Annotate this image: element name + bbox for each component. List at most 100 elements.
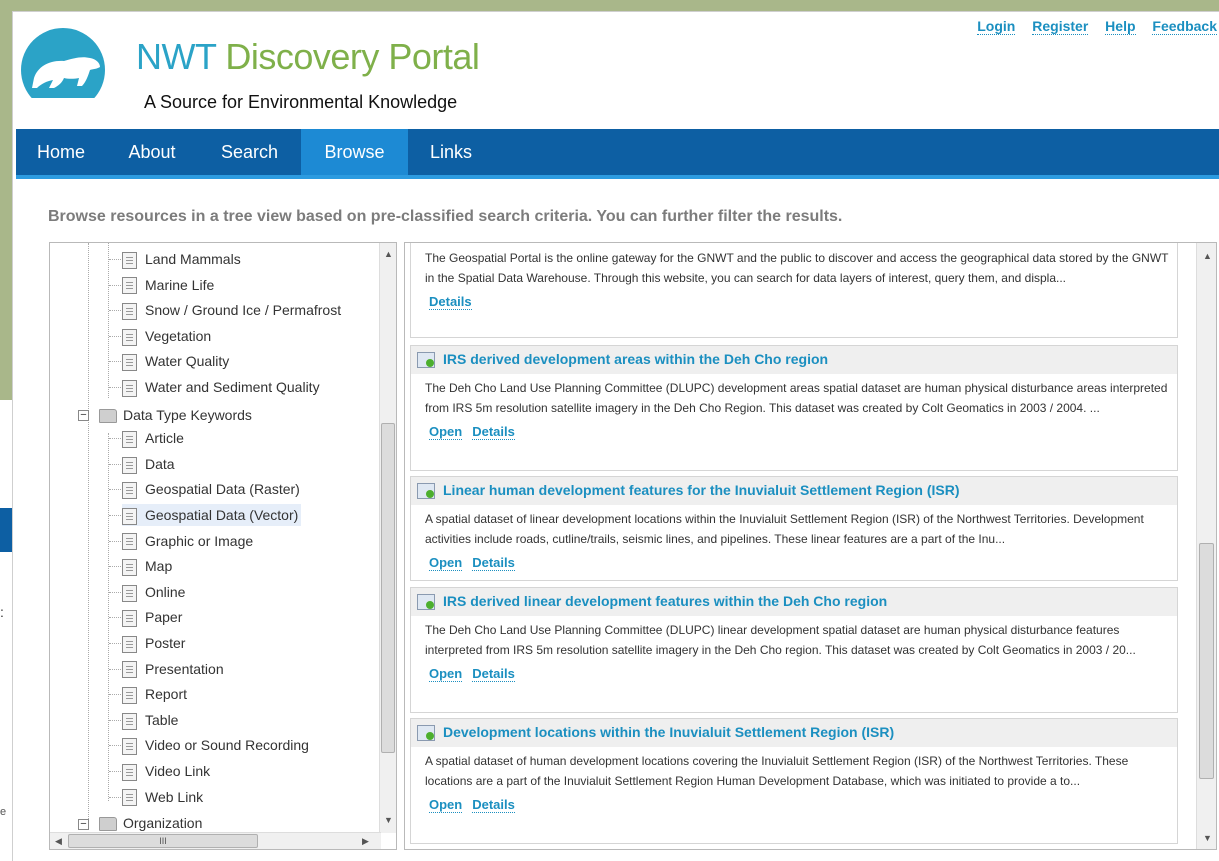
open-link[interactable]: Open	[429, 797, 463, 813]
login-link[interactable]: Login	[977, 18, 1016, 35]
result-title[interactable]: Development locations within the Inuvial…	[411, 719, 1177, 747]
main-nav: Home About Search Browse Links	[16, 129, 1219, 179]
tree-item[interactable]: Video Link	[122, 760, 213, 782]
tree-item[interactable]: Marine Life	[122, 274, 214, 296]
tree-item[interactable]: Web Link	[122, 786, 206, 808]
details-link[interactable]: Details	[429, 294, 472, 310]
feedback-link[interactable]: Feedback	[1152, 18, 1217, 35]
tree-folder-data-type-keywords[interactable]: − Data Type Keywords	[78, 404, 252, 426]
tree-item[interactable]: Vegetation	[122, 325, 211, 347]
tree-vertical-scroll-thumb[interactable]	[381, 423, 395, 753]
details-link[interactable]: Details	[472, 666, 515, 682]
tree-connector	[109, 796, 121, 798]
tree-item-label: Water and Sediment Quality	[145, 379, 320, 395]
result-description: A spatial dataset of human development l…	[425, 754, 1129, 788]
tree-item[interactable]: Data	[122, 453, 178, 475]
tree-item-label: Vegetation	[145, 327, 212, 344]
browser-page: NWT Discovery Portal A Source for Enviro…	[12, 11, 1219, 861]
tree-folder-organization[interactable]: − Organization	[78, 812, 202, 834]
scroll-up-arrow-icon[interactable]: ▲	[384, 249, 393, 259]
tree-item-label: Marine Life	[145, 276, 215, 293]
tree-item[interactable]: Map	[122, 555, 175, 577]
details-link[interactable]: Details	[472, 797, 515, 813]
result-actions: Open Details	[411, 549, 1177, 571]
tree-item-label: Video or Sound Recording	[145, 737, 309, 754]
result-card: Linear human development features for th…	[410, 476, 1178, 581]
details-link[interactable]: Details	[472, 424, 515, 440]
tree-connector	[109, 335, 121, 337]
nav-home[interactable]: Home	[16, 129, 106, 175]
tree-item[interactable]: Online	[122, 581, 188, 603]
dataset-icon	[417, 483, 435, 500]
tree-item[interactable]: Presentation	[122, 658, 227, 680]
result-title[interactable]: Linear human development features for th…	[411, 477, 1177, 505]
tree-item-label: Online	[145, 583, 186, 600]
tree-item[interactable]: Geospatial Data (Raster)	[122, 478, 303, 500]
open-link[interactable]: Open	[429, 555, 463, 571]
open-link[interactable]: Open	[429, 666, 463, 682]
background-window	[0, 400, 12, 861]
result-card: IRS derived linear development features …	[410, 587, 1178, 713]
result-title-text[interactable]: IRS derived development areas within the…	[443, 351, 828, 367]
register-link[interactable]: Register	[1032, 18, 1089, 35]
tree-item[interactable]: Snow / Ground Ice / Permafrost	[122, 299, 341, 321]
result-title[interactable]: IRS derived development areas within the…	[411, 346, 1177, 374]
result-title-text[interactable]: Development locations within the Inuvial…	[443, 724, 894, 740]
collapse-toggle-icon[interactable]: −	[78, 818, 89, 830]
scroll-left-arrow-icon[interactable]: ◀	[55, 836, 62, 847]
dataset-icon	[417, 594, 435, 611]
tree-horizontal-scrollbar[interactable]: ◀ III ▶	[50, 832, 381, 849]
document-icon	[122, 558, 137, 576]
tree-item[interactable]: Article	[122, 427, 187, 449]
open-link[interactable]: Open	[429, 424, 463, 440]
tree-item[interactable]: Geospatial Data (Vector)	[122, 504, 302, 526]
document-icon	[122, 738, 137, 756]
tree-item[interactable]: Water Quality	[122, 350, 229, 372]
site-tagline: A Source for Environmental Knowledge	[144, 92, 458, 112]
tree-item[interactable]: Video or Sound Recording	[122, 734, 312, 756]
document-icon	[122, 661, 137, 679]
result-description: The Deh Cho Land Use Planning Committee …	[425, 381, 1168, 415]
document-icon	[122, 251, 137, 269]
results-vertical-scrollbar[interactable]: ▲ ▼	[1196, 243, 1216, 849]
tree-item[interactable]: Table	[122, 709, 181, 731]
tree-item[interactable]: Paper	[122, 606, 185, 628]
tree-item[interactable]: Water and Sediment Quality	[122, 376, 320, 398]
details-link[interactable]: Details	[472, 555, 515, 571]
site-title-discovery-portal: Discovery Portal	[225, 36, 480, 77]
tree-connector	[109, 387, 121, 388]
tree-item-label: Report	[145, 686, 188, 703]
help-link[interactable]: Help	[1105, 18, 1136, 35]
scroll-down-arrow-icon[interactable]: ▼	[384, 815, 393, 825]
tree-horizontal-scroll-thumb[interactable]: III	[68, 834, 258, 848]
result-card-partial: The Geospatial Portal is the online gate…	[410, 243, 1178, 338]
collapse-toggle-icon[interactable]: −	[78, 410, 89, 422]
nav-browse[interactable]: Browse	[301, 129, 408, 175]
tree-panel: Land Mammals Marine Life Snow / Ground Ice…	[49, 242, 397, 850]
tree-item[interactable]: Poster	[122, 632, 188, 654]
tree-item[interactable]: Graphic or Image	[122, 530, 256, 552]
tree-vertical-scrollbar[interactable]: ▲ ▼	[379, 243, 396, 833]
result-title-text[interactable]: IRS derived linear development features …	[443, 593, 887, 609]
result-card: IRS derived development areas within the…	[410, 345, 1178, 471]
nav-search[interactable]: Search	[198, 129, 301, 175]
site-title: NWT Discovery Portal	[136, 36, 480, 78]
polar-bear-logo-icon	[21, 28, 105, 98]
scroll-up-arrow-icon[interactable]: ▲	[1203, 251, 1212, 261]
result-title[interactable]: IRS derived linear development features …	[411, 588, 1177, 616]
scroll-right-arrow-icon[interactable]: ▶	[362, 836, 369, 847]
tree-item-label: Geospatial Data (Vector)	[145, 507, 299, 523]
browse-intro-text: Browse resources in a tree view based on…	[48, 208, 843, 225]
result-title-text[interactable]: Linear human development features for th…	[443, 482, 960, 498]
folder-icon	[99, 817, 117, 832]
scroll-down-arrow-icon[interactable]: ▼	[1203, 833, 1212, 843]
results-vertical-scroll-thumb[interactable]	[1199, 543, 1214, 779]
tree-connector	[109, 668, 121, 670]
document-icon	[122, 302, 137, 320]
tree-item[interactable]: Land Mammals	[122, 248, 241, 270]
tree-connector	[109, 515, 121, 516]
nav-about[interactable]: About	[106, 129, 198, 175]
tree-item-label: Paper	[145, 609, 183, 626]
nav-links[interactable]: Links	[408, 129, 494, 175]
tree-item[interactable]: Report	[122, 683, 190, 705]
